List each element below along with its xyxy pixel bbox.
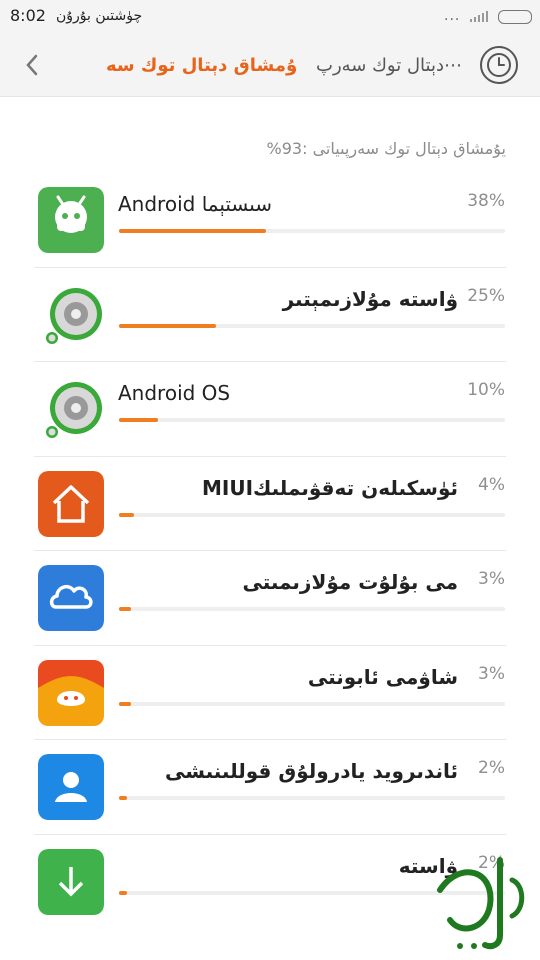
usage-bar-track — [119, 701, 505, 706]
usage-bar-fill — [119, 890, 127, 895]
list-item[interactable]: شاۋمى ئابونتى 3% — [0, 646, 540, 740]
status-time: 8:02 — [10, 6, 46, 25]
usage-bar-track — [119, 229, 505, 233]
tab-app-usage[interactable]: يۇمشاق دېتال توك سە⋯ — [106, 52, 296, 80]
app-name: شاۋمى ئابونتى — [307, 664, 458, 689]
usage-bar-fill — [119, 323, 216, 328]
list-item[interactable]: Android OS 10% — [0, 362, 540, 457]
usage-bar-fill — [119, 418, 158, 422]
usage-bar-track — [119, 418, 505, 422]
app-name: MIUIئۈسكىلەن تەقۋىملىك — [201, 475, 458, 500]
mi-icon — [38, 659, 104, 726]
list-item[interactable]: Android سىستېما 38% — [0, 173, 540, 268]
list-item[interactable]: MIUIئۈسكىلەن تەقۋىملىك 4% — [0, 457, 540, 551]
battery-icon — [498, 10, 532, 24]
usage-bar-track — [119, 512, 505, 517]
home-icon — [38, 470, 104, 537]
download-icon — [38, 848, 104, 915]
app-usage-list: Android سىستېما 38% ۋاستە مۇلازىمېتىر 25… — [0, 173, 540, 929]
list-item[interactable]: مى بۇلۇت مۇلازىمىتى 3% — [0, 551, 540, 646]
usage-bar-fill — [119, 607, 131, 611]
app-percent: 38% — [467, 191, 505, 211]
app-name: Android سىستېما — [118, 192, 273, 216]
status-bar: 8:02 چۈشتىن بۇرۇن ... — [0, 0, 540, 34]
app-percent: 4% — [478, 474, 505, 495]
usage-bar-fill — [119, 512, 135, 517]
app-name: مى بۇلۇت مۇلازىمىتى — [242, 570, 458, 594]
back-arrow-icon[interactable] — [20, 52, 46, 78]
app-name: Android OS — [118, 381, 231, 405]
app-percent: 25% — [467, 285, 505, 306]
list-item[interactable]: ۋاستە مۇلازىمېتىر 25% — [0, 268, 540, 362]
contact-icon — [38, 754, 104, 820]
cloud-icon — [38, 565, 104, 631]
app-name: ۋاستە — [398, 853, 458, 878]
app-header: يۇمشاق دېتال توك سە⋯ دېتال توك سەرپ⋯ — [0, 34, 540, 97]
usage-bar-fill — [119, 229, 266, 233]
tab-other-usage[interactable]: دېتال توك سەرپ⋯ — [316, 52, 476, 80]
status-carrier: چۈشتىن بۇرۇن — [56, 8, 143, 24]
speaker-icon — [38, 376, 104, 442]
speaker-icon — [38, 282, 104, 348]
clock-icon[interactable] — [478, 44, 520, 86]
usage-bar-fill — [119, 701, 131, 706]
usage-bar-track — [119, 323, 505, 328]
usage-bar-fill — [119, 796, 127, 800]
app-percent: 3% — [478, 569, 505, 589]
app-percent: 10% — [467, 380, 505, 400]
app-percent: 2% — [478, 758, 505, 778]
signal-icon — [470, 11, 488, 22]
list-item[interactable]: ئاندىرويد يادرولۇق قوللىنىشى 2% — [0, 740, 540, 835]
status-dots: ... — [444, 8, 461, 24]
android-icon — [38, 187, 104, 253]
watermark-logo — [437, 857, 525, 950]
app-name: ئاندىرويد يادرولۇق قوللىنىشى — [165, 759, 458, 783]
app-percent: 3% — [478, 663, 505, 684]
usage-bar-track — [119, 796, 505, 800]
app-name: ۋاستە مۇلازىمېتىر — [282, 286, 458, 311]
usage-summary: يۇمشاق دېتال توك سەرپىياتى :93% — [266, 139, 506, 158]
usage-bar-track — [119, 607, 505, 611]
